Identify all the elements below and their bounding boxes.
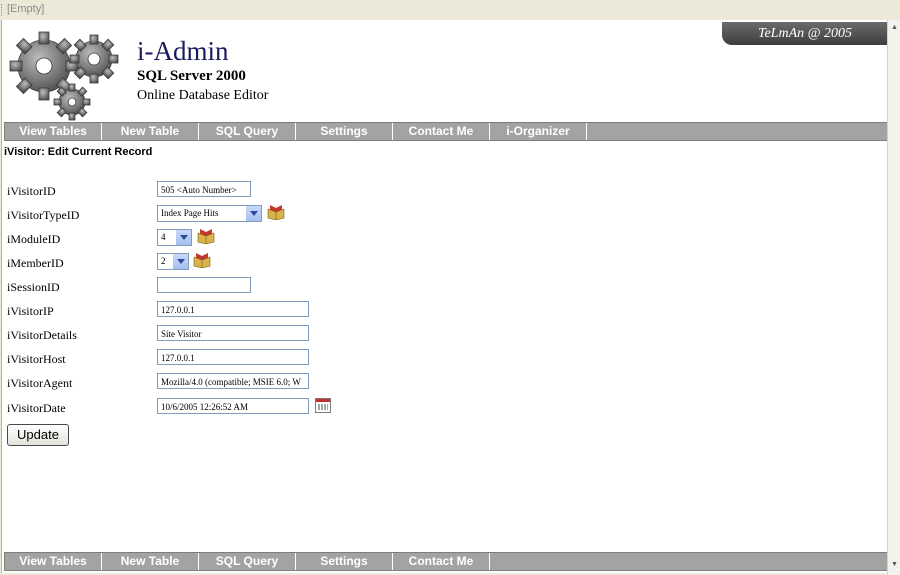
nav-sql-query[interactable]: SQL Query bbox=[199, 123, 296, 140]
isessionid-field[interactable] bbox=[157, 277, 251, 293]
label-ivisitorhost: iVisitorHost bbox=[7, 352, 66, 366]
window-title: [Empty] bbox=[7, 3, 45, 15]
top-nav: View Tables New Table SQL Query Settings… bbox=[4, 122, 888, 141]
nav-contact-me[interactable]: Contact Me bbox=[393, 553, 490, 570]
gears-logo-icon bbox=[9, 31, 119, 121]
window-titlebar: [Empty] bbox=[0, 0, 900, 20]
ivisitorid-field[interactable]: 505 <Auto Number> bbox=[157, 181, 251, 197]
nav-settings[interactable]: Settings bbox=[296, 553, 393, 570]
ivisitorip-field[interactable]: 127.0.0.1 bbox=[157, 301, 309, 317]
calendar-icon[interactable] bbox=[315, 398, 331, 413]
chevron-down-icon[interactable] bbox=[175, 230, 191, 245]
label-ivisitortypeid: iVisitorTypeID bbox=[7, 208, 80, 222]
app-subtitle-desc: Online Database Editor bbox=[137, 88, 269, 103]
nav-new-table[interactable]: New Table bbox=[102, 553, 199, 570]
author-badge: TeLmAn @ 2005 bbox=[722, 22, 888, 45]
brand-block: i-Admin SQL Server 2000 Online Database … bbox=[137, 36, 268, 105]
lookup-book-icon[interactable] bbox=[267, 204, 285, 220]
app-name: i-Admin bbox=[137, 36, 229, 66]
page-frame: i-Admin SQL Server 2000 Online Database … bbox=[1, 20, 888, 573]
imoduleid-select[interactable]: 4 bbox=[157, 229, 192, 246]
nav-view-tables[interactable]: View Tables bbox=[5, 553, 102, 570]
chevron-down-icon[interactable] bbox=[172, 254, 188, 269]
imemberid-value: 2 bbox=[161, 256, 166, 266]
bottom-nav: View Tables New Table SQL Query Settings… bbox=[4, 552, 888, 571]
ivisitordate-field[interactable]: 10/6/2005 12:26:52 AM bbox=[157, 398, 309, 414]
label-imoduleid: iModuleID bbox=[7, 232, 61, 246]
imemberid-select[interactable]: 2 bbox=[157, 253, 189, 270]
update-button[interactable]: Update bbox=[7, 424, 69, 446]
label-ivisitoragent: iVisitorAgent bbox=[7, 376, 73, 390]
ivisitortypeid-value: Index Page Hits bbox=[161, 208, 219, 218]
grip-icon bbox=[1, 4, 4, 16]
ivisitorhost-field[interactable]: 127.0.0.1 bbox=[157, 349, 309, 365]
lookup-book-icon[interactable] bbox=[193, 252, 211, 268]
nav-sql-query[interactable]: SQL Query bbox=[199, 553, 296, 570]
nav-view-tables[interactable]: View Tables bbox=[5, 123, 102, 140]
page-title: iVisitor: Edit Current Record bbox=[4, 146, 153, 158]
label-imemberid: iMemberID bbox=[7, 256, 64, 270]
ivisitordetails-field[interactable]: Site Visitor bbox=[157, 325, 309, 341]
imoduleid-value: 4 bbox=[161, 232, 166, 242]
nav-i-organizer[interactable]: i-Organizer bbox=[490, 123, 587, 140]
scroll-down-icon[interactable]: ▼ bbox=[889, 559, 900, 571]
chevron-down-icon[interactable] bbox=[245, 206, 261, 221]
lookup-book-icon[interactable] bbox=[197, 228, 215, 244]
app-subtitle-db: SQL Server 2000 bbox=[137, 68, 246, 84]
label-isessionid: iSessionID bbox=[7, 280, 60, 294]
ivisitoragent-field[interactable]: Mozilla/4.0 (compatible; MSIE 6.0; W bbox=[157, 373, 309, 389]
vertical-scrollbar[interactable]: ▲ ▼ bbox=[887, 20, 900, 575]
nav-contact-me[interactable]: Contact Me bbox=[393, 123, 490, 140]
label-ivisitordate: iVisitorDate bbox=[7, 401, 66, 415]
nav-new-table[interactable]: New Table bbox=[102, 123, 199, 140]
ivisitortypeid-select[interactable]: Index Page Hits bbox=[157, 205, 262, 222]
label-ivisitorid: iVisitorID bbox=[7, 184, 56, 198]
nav-settings[interactable]: Settings bbox=[296, 123, 393, 140]
label-ivisitordetails: iVisitorDetails bbox=[7, 328, 77, 342]
label-ivisitorip: iVisitorIP bbox=[7, 304, 54, 318]
scroll-up-icon[interactable]: ▲ bbox=[889, 22, 900, 34]
